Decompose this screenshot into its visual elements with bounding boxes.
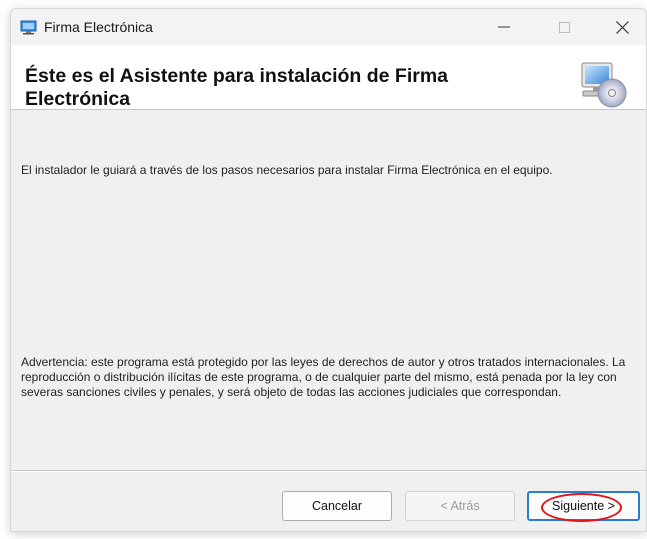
copyright-warning: Advertencia: este programa está protegid…	[21, 355, 626, 399]
footer-divider	[11, 470, 646, 472]
next-button[interactable]: Siguiente >	[527, 491, 640, 521]
computer-disc-icon	[579, 60, 629, 110]
window-title: Firma Electrónica	[44, 19, 153, 35]
maximize-icon	[558, 21, 570, 33]
minimize-button[interactable]	[481, 9, 527, 45]
installer-app-icon	[20, 20, 38, 35]
wizard-header: Éste es el Asistente para instalación de…	[11, 45, 646, 110]
close-button[interactable]	[599, 9, 645, 45]
close-icon	[615, 20, 629, 34]
minimize-icon	[498, 26, 510, 28]
back-button[interactable]: < Atrás	[405, 491, 515, 521]
wizard-title: Éste es el Asistente para instalación de…	[25, 65, 449, 110]
intro-text: El instalador le guiará a través de los …	[21, 163, 553, 177]
maximize-button[interactable]	[541, 9, 587, 45]
title-bar: Firma Electrónica	[11, 9, 646, 45]
cancel-button[interactable]: Cancelar	[282, 491, 392, 521]
installer-window: Firma Electrónica Éste es el Asistente p…	[10, 8, 647, 532]
wizard-content: El instalador le guiará a través de los …	[11, 110, 646, 479]
